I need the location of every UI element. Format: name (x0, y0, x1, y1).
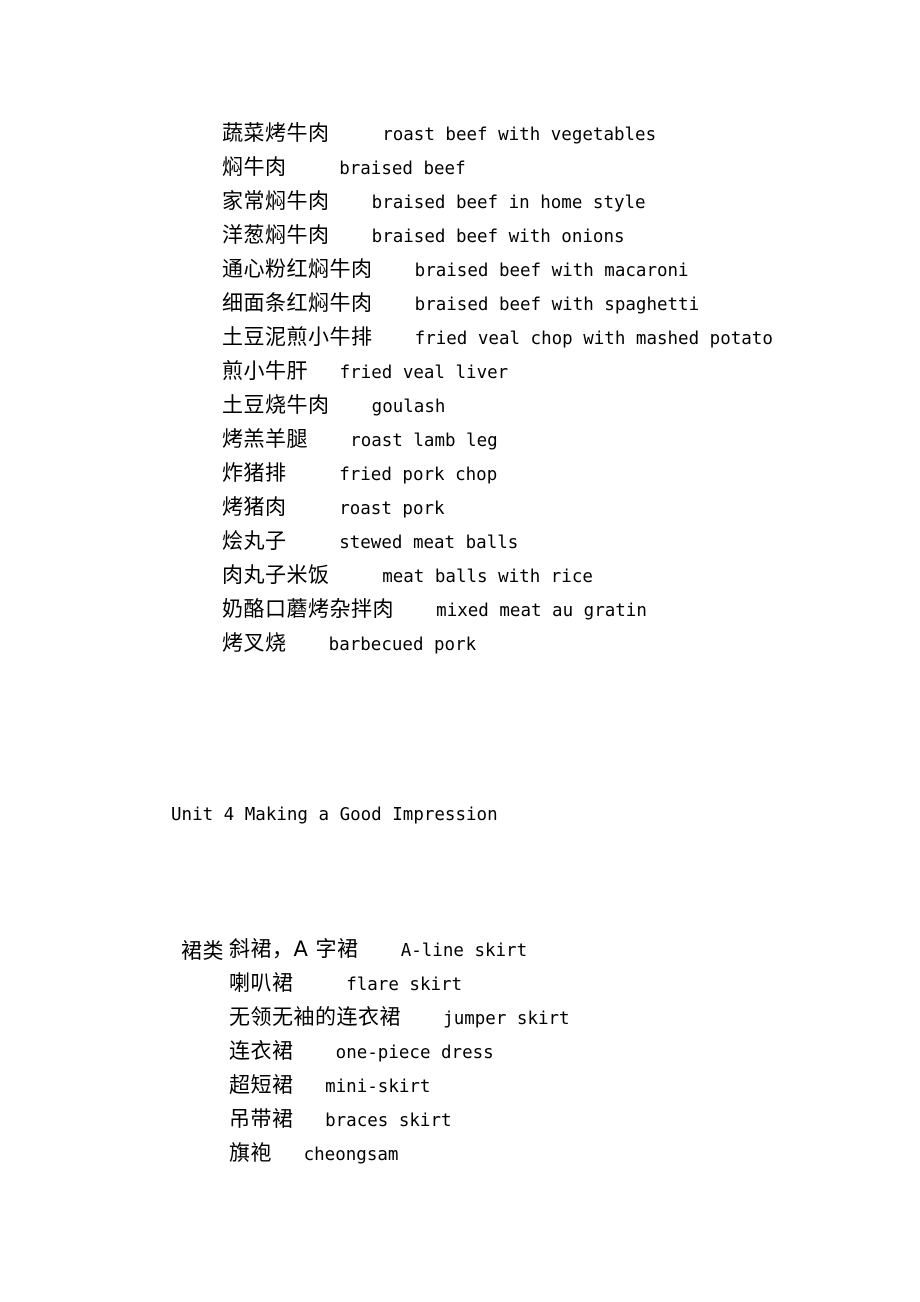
glossary-column-gap (330, 560, 383, 594)
glossary-term-english: meat balls with rice (382, 567, 593, 587)
glossary-column-gap (394, 594, 436, 628)
glossary-entry: 无领无袖的连衣裙 jumper skirt (229, 1000, 570, 1034)
glossary-term-english: barbecued pork (328, 635, 477, 655)
glossary-term-english: braised beef in home style (371, 193, 646, 213)
glossary-term-english: jumper skirt (443, 1009, 570, 1029)
glossary-term-english: goulash (371, 397, 446, 417)
glossary-entry: 烤羔羊腿 roast lamb leg (222, 422, 773, 456)
glossary-entry: 炸猪排 fried pork chop (222, 456, 773, 490)
unit-heading-text: Unit 4 Making a Good Impression (171, 805, 498, 825)
glossary-entry: 肉丸子米饭 meat balls with rice (222, 558, 773, 592)
glossary-term-chinese: 超短裙 (229, 1073, 294, 1097)
glossary-column-gap (287, 526, 340, 560)
glossary-column-gap (330, 118, 383, 152)
glossary-entry: 喇叭裙 flare skirt (229, 966, 570, 1000)
glossary-term-chinese: 通心粉红焖牛肉 (222, 257, 373, 281)
glossary-column-gap (287, 492, 340, 526)
glossary-term-chinese: 烤叉烧 (222, 631, 287, 655)
glossary-entry: 烤叉烧 barbecued pork (222, 626, 773, 660)
glossary-entry: 蔬菜烤牛肉 roast beef with vegetables (222, 116, 773, 150)
glossary-column-gap (294, 1070, 326, 1104)
glossary-entry: 焖牛肉 braised beef (222, 150, 773, 184)
glossary-term-english: A-line skirt (400, 941, 528, 961)
glossary-term-english: roast pork (339, 499, 445, 519)
glossary-term-english: braised beef with onions (371, 227, 625, 247)
glossary-column-gap (308, 424, 350, 458)
glossary-column-gap (330, 220, 372, 254)
glossary-column-gap (359, 934, 401, 968)
glossary-term-chinese: 细面条红焖牛肉 (222, 291, 373, 315)
glossary-column-gap (330, 390, 372, 424)
glossary-entry: 细面条红焖牛肉 braised beef with spaghetti (222, 286, 773, 320)
glossary-term-english: braised beef with macaroni (414, 261, 689, 281)
glossary-entry: 土豆烧牛肉 goulash (222, 388, 773, 422)
glossary-term-chinese: 蔬菜烤牛肉 (222, 121, 330, 145)
glossary-term-english: one-piece dress (335, 1043, 494, 1063)
glossary-term-chinese: 斜裙，A 字裙 (229, 937, 359, 961)
glossary-term-english: flare skirt (346, 975, 463, 995)
glossary-term-chinese: 烤猪肉 (222, 495, 287, 519)
glossary-term-english: braces skirt (325, 1111, 452, 1131)
glossary-entry: 煎小牛肝 fried veal liver (222, 354, 773, 388)
glossary-entry: 通心粉红焖牛肉 braised beef with macaroni (222, 252, 773, 286)
glossary-entry: 土豆泥煎小牛排 fried veal chop with mashed pota… (222, 320, 773, 354)
glossary-column-gap (373, 288, 415, 322)
glossary-entry: 吊带裙 braces skirt (229, 1102, 570, 1136)
glossary-entry: 洋葱焖牛肉 braised beef with onions (222, 218, 773, 252)
glossary-term-english: roast beef with vegetables (382, 125, 657, 145)
skirt-glossary-list: 斜裙，A 字裙 A-line skirt 喇叭裙 flare skirt 无领无袖的… (229, 932, 570, 1170)
skirt-category-heading-text: 裙类 (181, 939, 224, 963)
glossary-column-gap (294, 1104, 326, 1138)
glossary-term-chinese: 奶酪口蘑烤杂拌肉 (222, 597, 394, 621)
glossary-term-chinese: 煎小牛肝 (222, 359, 308, 383)
glossary-term-english: fried veal liver (339, 363, 509, 383)
glossary-column-gap (287, 152, 340, 186)
glossary-column-gap (287, 458, 340, 492)
glossary-term-chinese: 土豆泥煎小牛排 (222, 325, 373, 349)
glossary-column-gap (294, 968, 347, 1002)
glossary-term-english: mini-skirt (325, 1077, 431, 1097)
glossary-term-chinese: 烩丸子 (222, 529, 287, 553)
glossary-term-chinese: 吊带裙 (229, 1107, 294, 1131)
glossary-column-gap (287, 628, 329, 662)
glossary-term-chinese: 洋葱焖牛肉 (222, 223, 330, 247)
glossary-term-english: stewed meat balls (339, 533, 519, 553)
glossary-term-english: braised beef (339, 159, 466, 179)
glossary-term-chinese: 炸猪排 (222, 461, 287, 485)
glossary-column-gap (330, 186, 372, 220)
glossary-entry: 旗袍 cheongsam (229, 1136, 570, 1170)
glossary-column-gap (373, 322, 415, 356)
glossary-term-english: fried pork chop (339, 465, 498, 485)
glossary-term-chinese: 焖牛肉 (222, 155, 287, 179)
glossary-column-gap (272, 1138, 304, 1172)
glossary-term-english: mixed meat au gratin (436, 601, 647, 621)
glossary-term-chinese: 土豆烧牛肉 (222, 393, 330, 417)
unit-heading: Unit 4 Making a Good Impression (147, 764, 498, 825)
glossary-entry: 连衣裙 one-piece dress (229, 1034, 570, 1068)
glossary-term-chinese: 家常焖牛肉 (222, 189, 330, 213)
glossary-term-english: braised beef with spaghetti (414, 295, 700, 315)
skirt-category-heading: 裙类 (157, 900, 224, 963)
document-page: 蔬菜烤牛肉 roast beef with vegetables 焖牛肉 brai… (0, 0, 920, 1302)
glossary-column-gap (294, 1036, 336, 1070)
glossary-entry: 超短裙 mini-skirt (229, 1068, 570, 1102)
glossary-entry: 烤猪肉 roast pork (222, 490, 773, 524)
glossary-term-chinese: 喇叭裙 (229, 971, 294, 995)
meat-dishes-glossary-list: 蔬菜烤牛肉 roast beef with vegetables 焖牛肉 brai… (222, 116, 773, 660)
glossary-entry: 斜裙，A 字裙 A-line skirt (229, 932, 570, 966)
glossary-term-english: roast lamb leg (350, 431, 498, 451)
glossary-term-english: cheongsam (303, 1145, 399, 1165)
glossary-term-english: fried veal chop with mashed potato (414, 329, 773, 349)
glossary-term-chinese: 肉丸子米饭 (222, 563, 330, 587)
glossary-column-gap (401, 1002, 443, 1036)
glossary-term-chinese: 无领无袖的连衣裙 (229, 1005, 401, 1029)
glossary-column-gap (308, 356, 340, 390)
glossary-term-chinese: 旗袍 (229, 1141, 272, 1165)
glossary-column-gap (373, 254, 415, 288)
glossary-entry: 奶酪口蘑烤杂拌肉 mixed meat au gratin (222, 592, 773, 626)
glossary-entry: 家常焖牛肉 braised beef in home style (222, 184, 773, 218)
glossary-term-chinese: 连衣裙 (229, 1039, 294, 1063)
glossary-entry: 烩丸子 stewed meat balls (222, 524, 773, 558)
glossary-term-chinese: 烤羔羊腿 (222, 427, 308, 451)
